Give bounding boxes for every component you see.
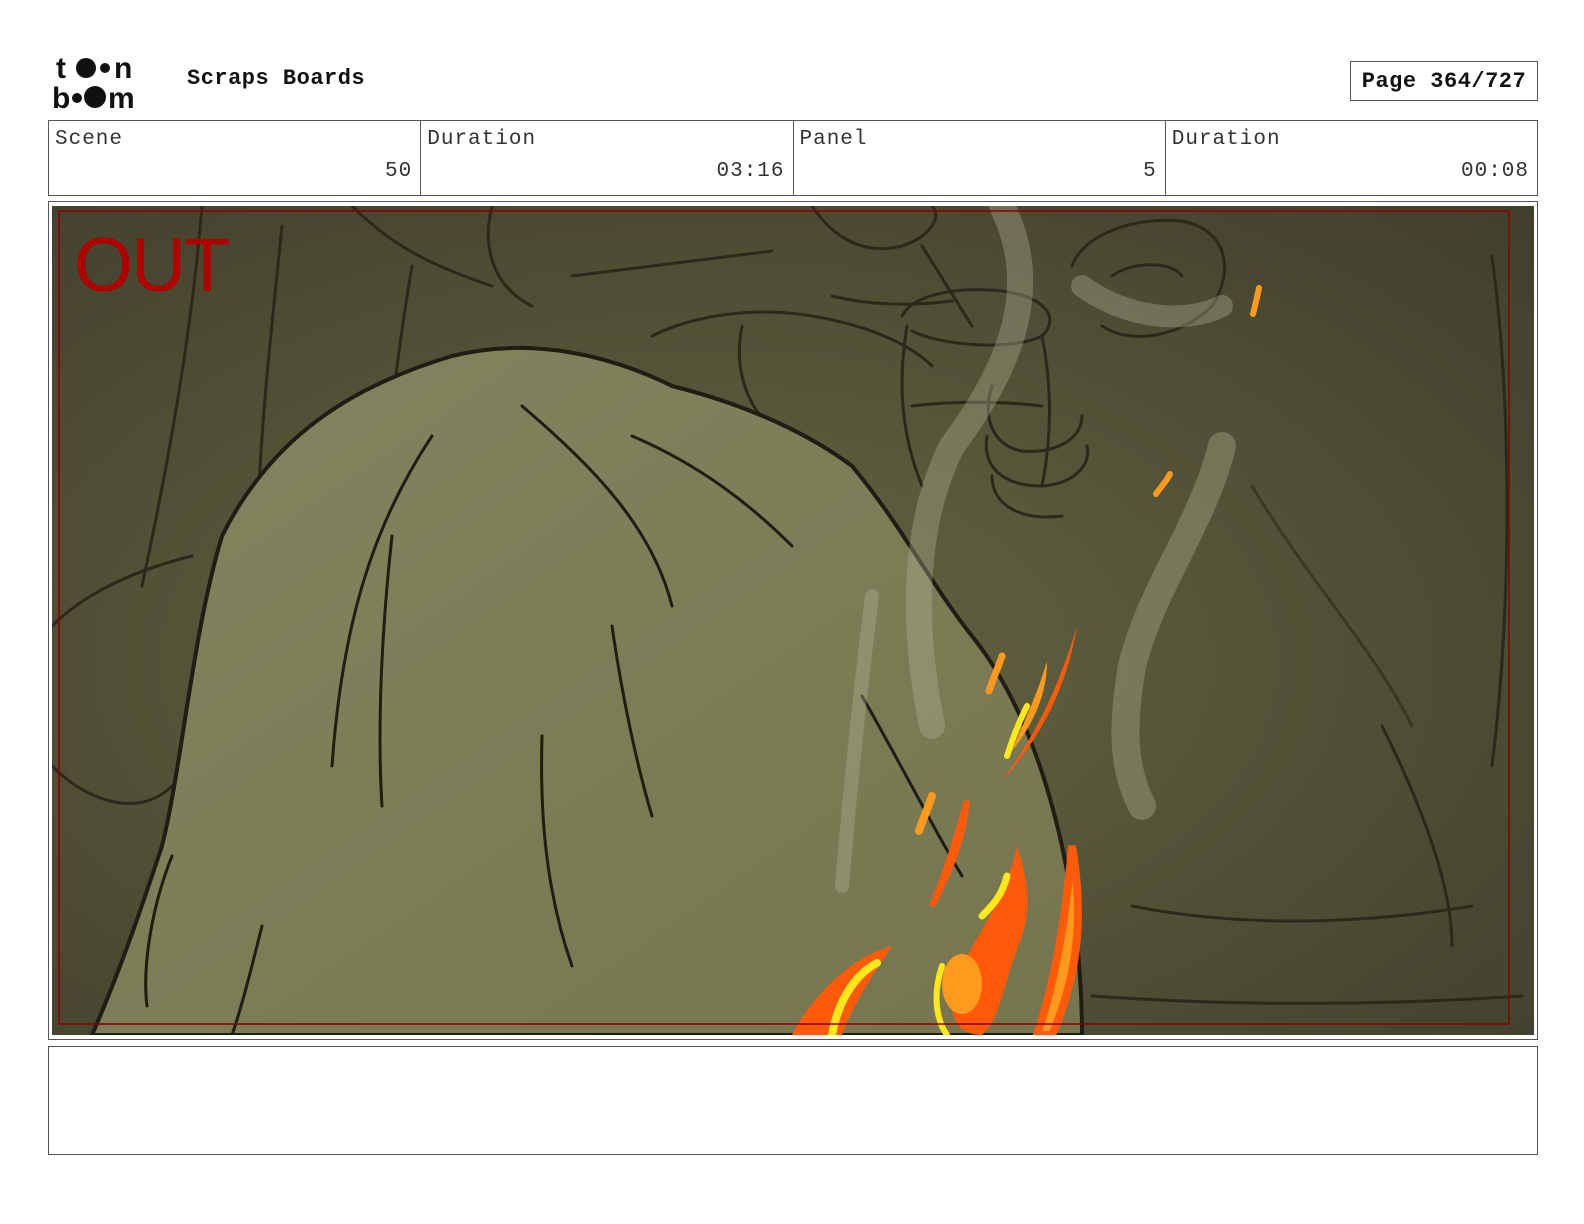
out-overlay-label: OUT bbox=[74, 223, 230, 308]
panel-value: 5 bbox=[1143, 160, 1157, 183]
scene-label: Scene bbox=[55, 128, 124, 151]
panel-label: Panel bbox=[799, 128, 868, 151]
page-indicator: Page 364/727 bbox=[1350, 61, 1538, 101]
scene-duration-cell: Duration 03:16 bbox=[421, 121, 794, 195]
storyboard-panel-image bbox=[52, 206, 1534, 1035]
toon-boom-logo: t n b m bbox=[52, 52, 135, 112]
panel-duration-value: 00:08 bbox=[1460, 160, 1529, 183]
project-title: Scraps Boards bbox=[187, 66, 366, 91]
panel-info-row: Scene 50 Duration 03:16 Panel 5 Duration… bbox=[48, 120, 1538, 196]
scene-cell: Scene 50 bbox=[49, 121, 422, 195]
panel-duration-label: Duration bbox=[1171, 128, 1281, 151]
scene-value: 50 bbox=[385, 160, 413, 183]
svg-text:m: m bbox=[108, 82, 135, 112]
scene-duration-label: Duration bbox=[427, 128, 537, 151]
svg-text:b: b bbox=[52, 82, 70, 112]
panel-duration-cell: Duration 00:08 bbox=[1166, 121, 1537, 195]
panel-cell: Panel 5 bbox=[794, 121, 1166, 195]
svg-text:n: n bbox=[114, 52, 132, 85]
svg-text:t: t bbox=[56, 52, 66, 85]
panel-notes-box bbox=[48, 1046, 1538, 1155]
scene-duration-value: 03:16 bbox=[716, 160, 785, 183]
